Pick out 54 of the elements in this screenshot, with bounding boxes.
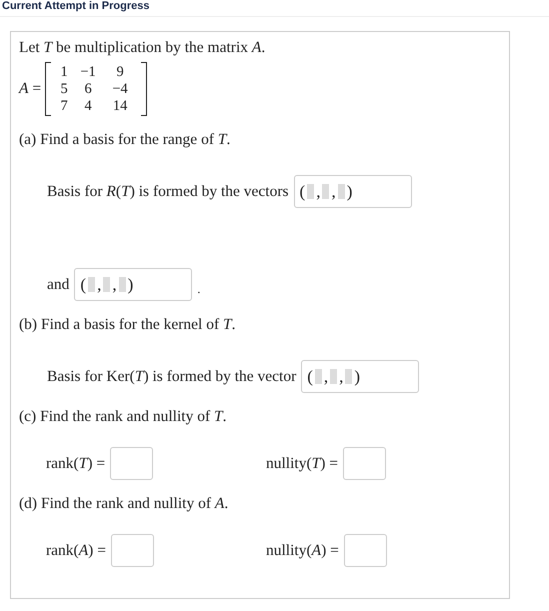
vector-delimiter: , (324, 366, 328, 386)
vector-delimiter: ( (80, 274, 86, 294)
equation-label: rank(T) = (46, 454, 106, 472)
vector-delimiter: ( (300, 182, 306, 202)
question-part-text: (b) Find a basis for the kernel of T. (19, 315, 237, 335)
answer-field[interactable] (110, 534, 154, 567)
blank-slot (314, 369, 322, 384)
matrix-entry: −4 (111, 80, 129, 98)
matrix-entry: 5 (59, 80, 69, 98)
vector-delimiter: , (339, 366, 344, 386)
matrix-entry: 7 (59, 98, 69, 114)
question-part-text: (a) Find a basis for the range of T. (19, 130, 232, 150)
question-part-text: (d) Find the rank and nullity of A. (19, 494, 230, 514)
page-title: Current Attempt in Progress (1, 0, 151, 13)
prompt-text: Basis for Ker(T) is formed by the vector (47, 368, 296, 386)
matrix-entry: 4 (83, 98, 93, 114)
vector-input-field[interactable]: ( , , ) (301, 360, 420, 393)
vector-input-field[interactable]: ( , , ) (74, 268, 192, 301)
question-text: Let T be multiplication by the matrix A. (19, 38, 266, 58)
blank-slot (338, 184, 345, 199)
prompt-text: and (47, 276, 70, 294)
blank-slot (88, 277, 96, 292)
equation-label: rank(A) = (46, 542, 106, 560)
vector-delimiter: ( (307, 366, 313, 386)
blank-slot (118, 277, 126, 292)
blank-slot (307, 184, 314, 199)
vector-delimiter: ) (346, 182, 352, 202)
blank-slot (345, 369, 352, 384)
blank-slot (322, 184, 330, 199)
vector-delimiter: ) (354, 366, 360, 386)
answer-field[interactable] (343, 447, 386, 480)
answer-field[interactable] (344, 534, 387, 567)
matrix-label: A = (19, 80, 42, 98)
vector-delimiter: , (331, 182, 336, 202)
equation-label: nullity(T) = (266, 454, 338, 472)
matrix-entry: 6 (83, 80, 93, 98)
vector-delimiter: , (112, 274, 117, 294)
vector-delimiter: , (97, 274, 102, 294)
right-bracket (141, 62, 148, 116)
matrix-entry: 1 (59, 64, 69, 80)
vector-delimiter: , (316, 182, 320, 202)
matrix-entry: −1 (79, 64, 97, 80)
question-part-text: (c) Find the rank and nullity of T. (19, 407, 228, 427)
prompt-text: Basis for R(T) is formed by the vectors (47, 182, 289, 200)
blank-slot (103, 277, 110, 292)
matrix-entry: 9 (115, 64, 125, 80)
equation-label: nullity(A) = (266, 542, 339, 560)
period-text: . (197, 282, 200, 297)
vector-delimiter: ) (128, 274, 134, 294)
blank-slot (330, 369, 338, 384)
left-bracket (45, 62, 52, 116)
vector-input-field[interactable]: ( , , ) (294, 175, 412, 208)
matrix-entry: 14 (112, 98, 128, 114)
answer-field[interactable] (110, 447, 154, 480)
